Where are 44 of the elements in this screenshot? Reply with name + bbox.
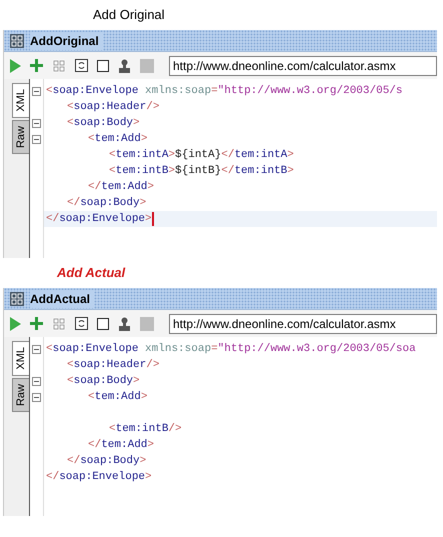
section-heading: Add Actual: [57, 264, 126, 282]
text-cursor: [152, 212, 154, 226]
code-line: </soap:Envelope>: [46, 470, 152, 485]
window-title: AddOriginal: [30, 32, 103, 50]
play-icon[interactable]: [10, 58, 21, 72]
plus-icon[interactable]: [30, 59, 43, 72]
code-line: <tem:intB>${intB}</tem:intB>: [109, 164, 294, 179]
side-tab[interactable]: XML: [12, 341, 29, 376]
collapse-icon[interactable]: [32, 344, 41, 354]
code-line: </soap:Body>: [67, 454, 146, 469]
collapse-icon[interactable]: [32, 392, 41, 402]
code-line: <soap:Body>: [67, 116, 140, 131]
collapse-icon[interactable]: [32, 118, 41, 128]
code-line: </tem:Add>: [88, 180, 154, 195]
url-field[interactable]: http://www.dneonline.com/calculator.asmx: [169, 314, 437, 334]
side-tab[interactable]: Raw: [12, 120, 29, 154]
side-tab[interactable]: XML: [12, 83, 29, 118]
plus-icon[interactable]: [30, 317, 43, 330]
side-tab[interactable]: Raw: [12, 378, 29, 412]
refresh-icon[interactable]: [75, 317, 88, 330]
collapse-icon[interactable]: [32, 134, 41, 144]
stamp-icon[interactable]: [118, 316, 131, 330]
code-line: <soap:Body>: [67, 374, 140, 389]
code-line: <tem:Add>: [88, 390, 148, 405]
collapse-icon[interactable]: [32, 376, 41, 386]
code-line: <tem:Add>: [88, 132, 148, 147]
code-line: </soap:Envelope>: [46, 212, 152, 227]
section-heading: Add Original: [93, 6, 165, 24]
code-line: <soap:Envelope xmlns:soap="http://www.w3.org/2003/05/soa: [46, 342, 416, 357]
square-icon[interactable]: [97, 60, 109, 72]
url-field[interactable]: http://www.dneonline.com/calculator.asmx: [169, 56, 437, 76]
code-line: <soap:Header/>: [67, 358, 160, 373]
code-line: </soap:Body>: [67, 196, 146, 211]
collapse-icon[interactable]: [32, 86, 41, 96]
play-icon[interactable]: [10, 316, 21, 330]
window-title: AddActual: [30, 290, 94, 308]
code-line: <soap:Header/>: [67, 100, 160, 115]
code-line: <soap:Envelope xmlns:soap="http://www.w3.org/2003/05/s: [46, 84, 403, 99]
code-line: </tem:Add>: [88, 438, 154, 453]
refresh-icon[interactable]: [75, 59, 88, 72]
stamp-icon[interactable]: [118, 58, 131, 72]
square-icon[interactable]: [97, 318, 109, 330]
code-line: <tem:intA>${intA}</tem:intA>: [109, 148, 294, 163]
code-line: <tem:intB/>: [109, 422, 182, 437]
